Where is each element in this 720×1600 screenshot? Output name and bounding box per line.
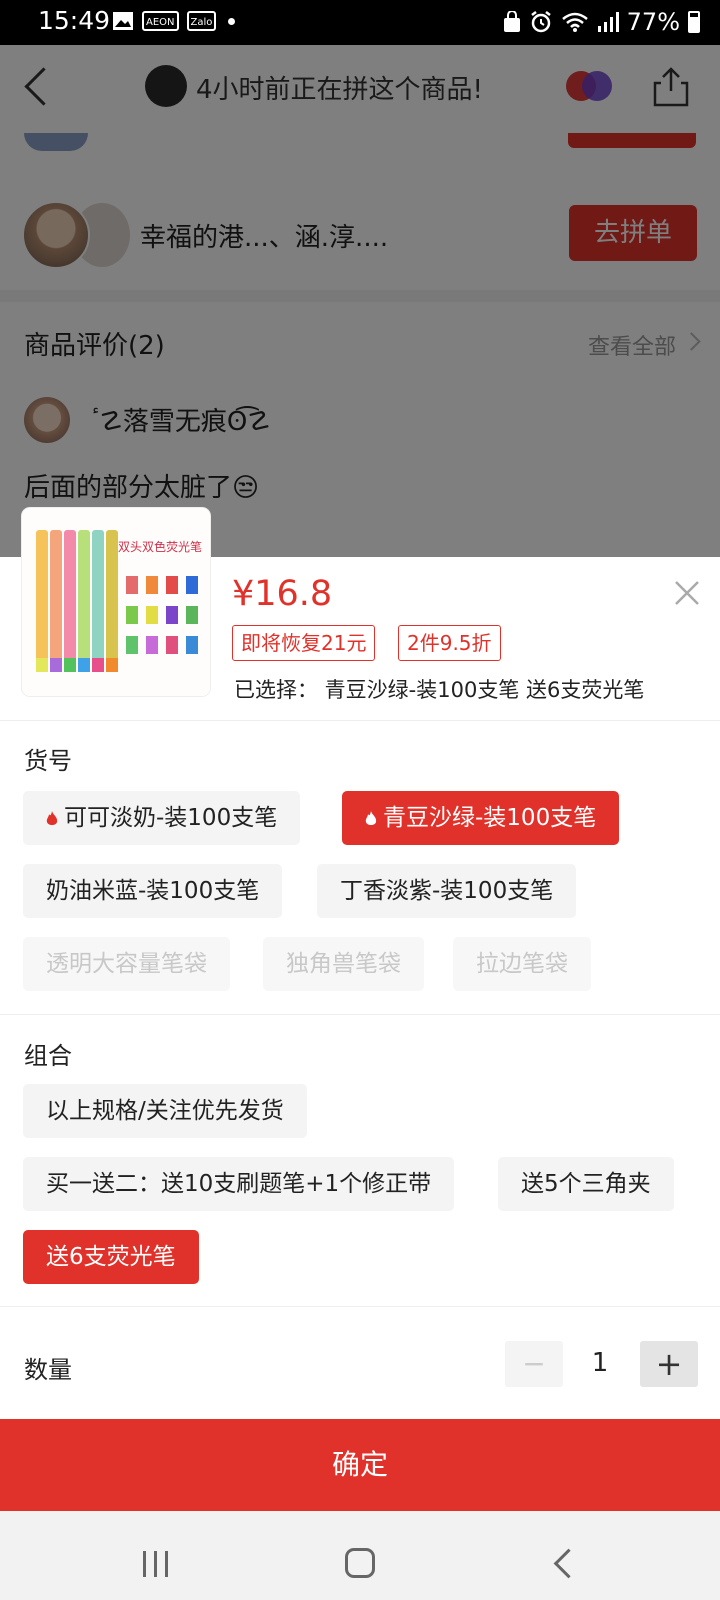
divider — [0, 1014, 720, 1015]
hot-flame-icon — [365, 811, 377, 825]
sku-section-title: 货号 — [24, 747, 72, 775]
modal-overlay[interactable] — [0, 45, 720, 557]
home-icon[interactable] — [345, 1548, 375, 1578]
recycle-lock-icon — [503, 11, 520, 32]
product-thumbnail[interactable]: 双头双色荧光笔 — [22, 508, 210, 696]
more-notifications-dot-icon — [228, 17, 236, 25]
combo-option-buy-one-get-two[interactable]: 买一送二：送10支刷题笔+1个修正带 — [23, 1157, 455, 1211]
divider — [0, 720, 720, 721]
product-image-caption: 双头双色荧光笔 — [118, 540, 203, 554]
combo-option-priority[interactable]: 以上规格/关注优先发货 — [23, 1084, 307, 1138]
highlighter-pens-illustration — [22, 508, 210, 696]
confirm-button[interactable]: 确定 — [0, 1419, 720, 1511]
divider — [0, 1306, 720, 1307]
sku-option-blue[interactable]: 奶油米蓝-装100支笔 — [23, 864, 283, 918]
sku-option-clear-pencil-case[interactable]: 透明大容量笔袋 — [23, 937, 230, 991]
sku-option-purple[interactable]: 丁香淡紫-装100支笔 — [317, 864, 577, 918]
recents-icon[interactable] — [143, 1551, 173, 1577]
product-price: ¥16.8 — [232, 574, 333, 614]
sku-option-unicorn-pencil-case[interactable]: 独角兽笔袋 — [263, 937, 424, 991]
sku-option-zip-pencil-case[interactable]: 拉边笔袋 — [453, 937, 591, 991]
wifi-icon — [561, 12, 588, 32]
combo-section-title: 组合 — [24, 1042, 72, 1070]
combo-option-triangle-clips[interactable]: 送5个三角夹 — [498, 1157, 674, 1211]
system-nav-bar — [0, 1511, 720, 1600]
zalo-icon: Zalo — [186, 11, 217, 31]
sku-option-green[interactable]: 青豆沙绿-装100支笔 — [342, 791, 620, 845]
status-bar: 15:49 AEON Zalo 77% — [0, 0, 720, 45]
price-restore-tag: 即将恢复21元 — [232, 625, 376, 661]
quantity-label: 数量 — [24, 1356, 72, 1384]
quantity-value[interactable]: 1 — [580, 1348, 620, 1378]
hot-flame-icon — [46, 811, 58, 825]
discount-tag: 2件9.5折 — [398, 625, 501, 661]
close-icon[interactable] — [672, 578, 702, 608]
sku-option-cocoa[interactable]: 可可淡奶-装100支笔 — [23, 791, 301, 845]
battery-percent: 77% — [626, 8, 680, 36]
status-right: 77% — [503, 8, 700, 36]
aeon-icon: AEON — [142, 11, 179, 31]
alarm-icon — [530, 11, 551, 33]
quantity-increase-button[interactable]: + — [640, 1341, 698, 1387]
status-time: 15:49 — [38, 6, 111, 35]
gallery-icon — [113, 12, 133, 30]
selected-summary: 已选择： 青豆沙绿-装100支笔 送6支荧光笔 — [234, 678, 645, 702]
notification-icons: AEON Zalo — [112, 11, 236, 31]
system-back-icon[interactable] — [553, 1548, 584, 1579]
quantity-decrease-button[interactable]: − — [505, 1341, 563, 1387]
combo-option-highlighters[interactable]: 送6支荧光笔 — [23, 1230, 199, 1284]
signal-icon — [597, 12, 619, 32]
battery-icon — [688, 11, 700, 33]
